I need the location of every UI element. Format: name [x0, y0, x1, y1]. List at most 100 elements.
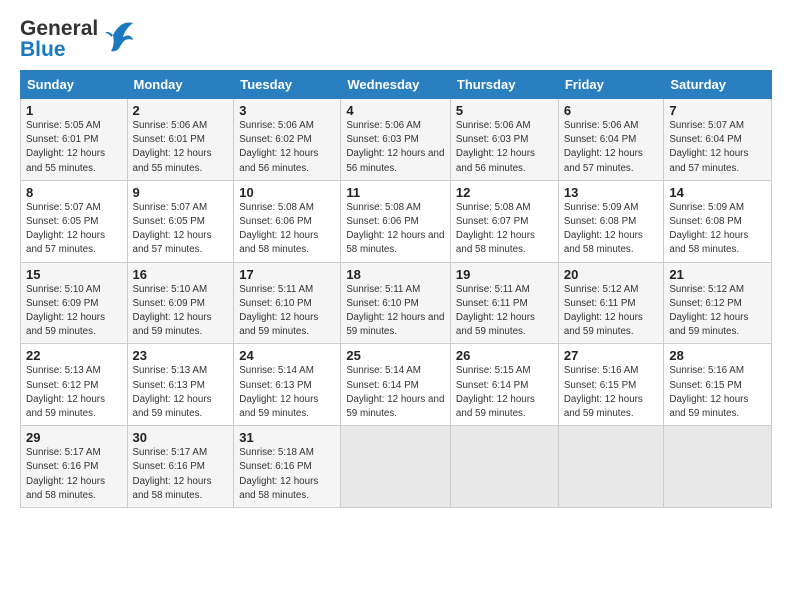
day-info: Sunrise: 5:06 AMSunset: 6:04 PMDaylight:… [564, 119, 659, 176]
day-number: 12 [456, 185, 553, 200]
day-info: Sunrise: 5:07 AMSunset: 6:04 PMDaylight:… [669, 119, 766, 176]
calendar-cell: 14Sunrise: 5:09 AMSunset: 6:08 PMDayligh… [664, 180, 772, 262]
day-number: 3 [239, 103, 335, 118]
calendar-cell: 19Sunrise: 5:11 AMSunset: 6:11 PMDayligh… [450, 262, 558, 344]
calendar-cell: 26Sunrise: 5:15 AMSunset: 6:14 PMDayligh… [450, 344, 558, 426]
day-info: Sunrise: 5:09 AMSunset: 6:08 PMDaylight:… [564, 201, 659, 258]
calendar-cell: 24Sunrise: 5:14 AMSunset: 6:13 PMDayligh… [234, 344, 341, 426]
day-number: 6 [564, 103, 659, 118]
day-number: 23 [133, 348, 229, 363]
weekday-header-row: Sunday Monday Tuesday Wednesday Thursday… [21, 71, 772, 99]
header-sunday: Sunday [21, 71, 128, 99]
calendar-table: Sunday Monday Tuesday Wednesday Thursday… [20, 70, 772, 508]
day-number: 15 [26, 267, 122, 282]
page: General Blue Sunday Monday Tuesday [0, 0, 792, 612]
header-thursday: Thursday [450, 71, 558, 99]
calendar-cell [558, 426, 664, 508]
day-number: 2 [133, 103, 229, 118]
day-number: 18 [346, 267, 445, 282]
day-info: Sunrise: 5:12 AMSunset: 6:11 PMDaylight:… [564, 283, 659, 340]
calendar-cell: 23Sunrise: 5:13 AMSunset: 6:13 PMDayligh… [127, 344, 234, 426]
calendar-cell: 6Sunrise: 5:06 AMSunset: 6:04 PMDaylight… [558, 99, 664, 181]
day-info: Sunrise: 5:14 AMSunset: 6:13 PMDaylight:… [239, 364, 335, 421]
calendar-cell: 28Sunrise: 5:16 AMSunset: 6:15 PMDayligh… [664, 344, 772, 426]
calendar-cell [341, 426, 451, 508]
day-info: Sunrise: 5:05 AMSunset: 6:01 PMDaylight:… [26, 119, 122, 176]
day-info: Sunrise: 5:11 AMSunset: 6:10 PMDaylight:… [346, 283, 445, 340]
day-info: Sunrise: 5:10 AMSunset: 6:09 PMDaylight:… [133, 283, 229, 340]
day-info: Sunrise: 5:11 AMSunset: 6:10 PMDaylight:… [239, 283, 335, 340]
day-info: Sunrise: 5:06 AMSunset: 6:01 PMDaylight:… [133, 119, 229, 176]
day-info: Sunrise: 5:12 AMSunset: 6:12 PMDaylight:… [669, 283, 766, 340]
calendar-cell: 2Sunrise: 5:06 AMSunset: 6:01 PMDaylight… [127, 99, 234, 181]
day-info: Sunrise: 5:07 AMSunset: 6:05 PMDaylight:… [133, 201, 229, 258]
calendar-cell: 31Sunrise: 5:18 AMSunset: 6:16 PMDayligh… [234, 426, 341, 508]
day-number: 28 [669, 348, 766, 363]
calendar-cell: 16Sunrise: 5:10 AMSunset: 6:09 PMDayligh… [127, 262, 234, 344]
calendar-cell: 11Sunrise: 5:08 AMSunset: 6:06 PMDayligh… [341, 180, 451, 262]
day-info: Sunrise: 5:06 AMSunset: 6:03 PMDaylight:… [456, 119, 553, 176]
calendar-cell: 22Sunrise: 5:13 AMSunset: 6:12 PMDayligh… [21, 344, 128, 426]
day-number: 24 [239, 348, 335, 363]
header-friday: Friday [558, 71, 664, 99]
day-info: Sunrise: 5:15 AMSunset: 6:14 PMDaylight:… [456, 364, 553, 421]
day-info: Sunrise: 5:17 AMSunset: 6:16 PMDaylight:… [26, 446, 122, 503]
calendar-cell: 3Sunrise: 5:06 AMSunset: 6:02 PMDaylight… [234, 99, 341, 181]
day-info: Sunrise: 5:08 AMSunset: 6:07 PMDaylight:… [456, 201, 553, 258]
calendar-cell: 30Sunrise: 5:17 AMSunset: 6:16 PMDayligh… [127, 426, 234, 508]
day-number: 29 [26, 430, 122, 445]
day-number: 16 [133, 267, 229, 282]
day-info: Sunrise: 5:16 AMSunset: 6:15 PMDaylight:… [669, 364, 766, 421]
calendar-cell: 18Sunrise: 5:11 AMSunset: 6:10 PMDayligh… [341, 262, 451, 344]
calendar-cell [664, 426, 772, 508]
day-number: 21 [669, 267, 766, 282]
calendar-cell: 9Sunrise: 5:07 AMSunset: 6:05 PMDaylight… [127, 180, 234, 262]
day-number: 17 [239, 267, 335, 282]
day-info: Sunrise: 5:11 AMSunset: 6:11 PMDaylight:… [456, 283, 553, 340]
day-number: 7 [669, 103, 766, 118]
day-number: 26 [456, 348, 553, 363]
day-info: Sunrise: 5:06 AMSunset: 6:03 PMDaylight:… [346, 119, 445, 176]
day-info: Sunrise: 5:16 AMSunset: 6:15 PMDaylight:… [564, 364, 659, 421]
header-tuesday: Tuesday [234, 71, 341, 99]
logo-bird-icon [103, 15, 135, 60]
day-info: Sunrise: 5:07 AMSunset: 6:05 PMDaylight:… [26, 201, 122, 258]
day-number: 1 [26, 103, 122, 118]
header: General Blue [20, 18, 772, 60]
day-number: 25 [346, 348, 445, 363]
calendar-cell: 21Sunrise: 5:12 AMSunset: 6:12 PMDayligh… [664, 262, 772, 344]
day-number: 5 [456, 103, 553, 118]
calendar-cell: 4Sunrise: 5:06 AMSunset: 6:03 PMDaylight… [341, 99, 451, 181]
calendar-cell: 13Sunrise: 5:09 AMSunset: 6:08 PMDayligh… [558, 180, 664, 262]
header-wednesday: Wednesday [341, 71, 451, 99]
day-info: Sunrise: 5:13 AMSunset: 6:12 PMDaylight:… [26, 364, 122, 421]
calendar-cell: 12Sunrise: 5:08 AMSunset: 6:07 PMDayligh… [450, 180, 558, 262]
day-info: Sunrise: 5:17 AMSunset: 6:16 PMDaylight:… [133, 446, 229, 503]
logo-blue: Blue [20, 39, 98, 60]
calendar-cell: 25Sunrise: 5:14 AMSunset: 6:14 PMDayligh… [341, 344, 451, 426]
day-info: Sunrise: 5:08 AMSunset: 6:06 PMDaylight:… [239, 201, 335, 258]
calendar-cell: 15Sunrise: 5:10 AMSunset: 6:09 PMDayligh… [21, 262, 128, 344]
day-info: Sunrise: 5:09 AMSunset: 6:08 PMDaylight:… [669, 201, 766, 258]
calendar-cell: 8Sunrise: 5:07 AMSunset: 6:05 PMDaylight… [21, 180, 128, 262]
day-number: 19 [456, 267, 553, 282]
day-number: 11 [346, 185, 445, 200]
day-number: 9 [133, 185, 229, 200]
day-info: Sunrise: 5:14 AMSunset: 6:14 PMDaylight:… [346, 364, 445, 421]
logo-general: General [20, 18, 98, 39]
calendar-cell: 5Sunrise: 5:06 AMSunset: 6:03 PMDaylight… [450, 99, 558, 181]
day-info: Sunrise: 5:18 AMSunset: 6:16 PMDaylight:… [239, 446, 335, 503]
calendar-cell: 10Sunrise: 5:08 AMSunset: 6:06 PMDayligh… [234, 180, 341, 262]
day-number: 22 [26, 348, 122, 363]
day-number: 10 [239, 185, 335, 200]
header-saturday: Saturday [664, 71, 772, 99]
day-info: Sunrise: 5:08 AMSunset: 6:06 PMDaylight:… [346, 201, 445, 258]
day-number: 31 [239, 430, 335, 445]
day-number: 14 [669, 185, 766, 200]
day-number: 20 [564, 267, 659, 282]
day-info: Sunrise: 5:10 AMSunset: 6:09 PMDaylight:… [26, 283, 122, 340]
header-monday: Monday [127, 71, 234, 99]
calendar-cell: 20Sunrise: 5:12 AMSunset: 6:11 PMDayligh… [558, 262, 664, 344]
calendar-cell: 27Sunrise: 5:16 AMSunset: 6:15 PMDayligh… [558, 344, 664, 426]
calendar-cell: 17Sunrise: 5:11 AMSunset: 6:10 PMDayligh… [234, 262, 341, 344]
